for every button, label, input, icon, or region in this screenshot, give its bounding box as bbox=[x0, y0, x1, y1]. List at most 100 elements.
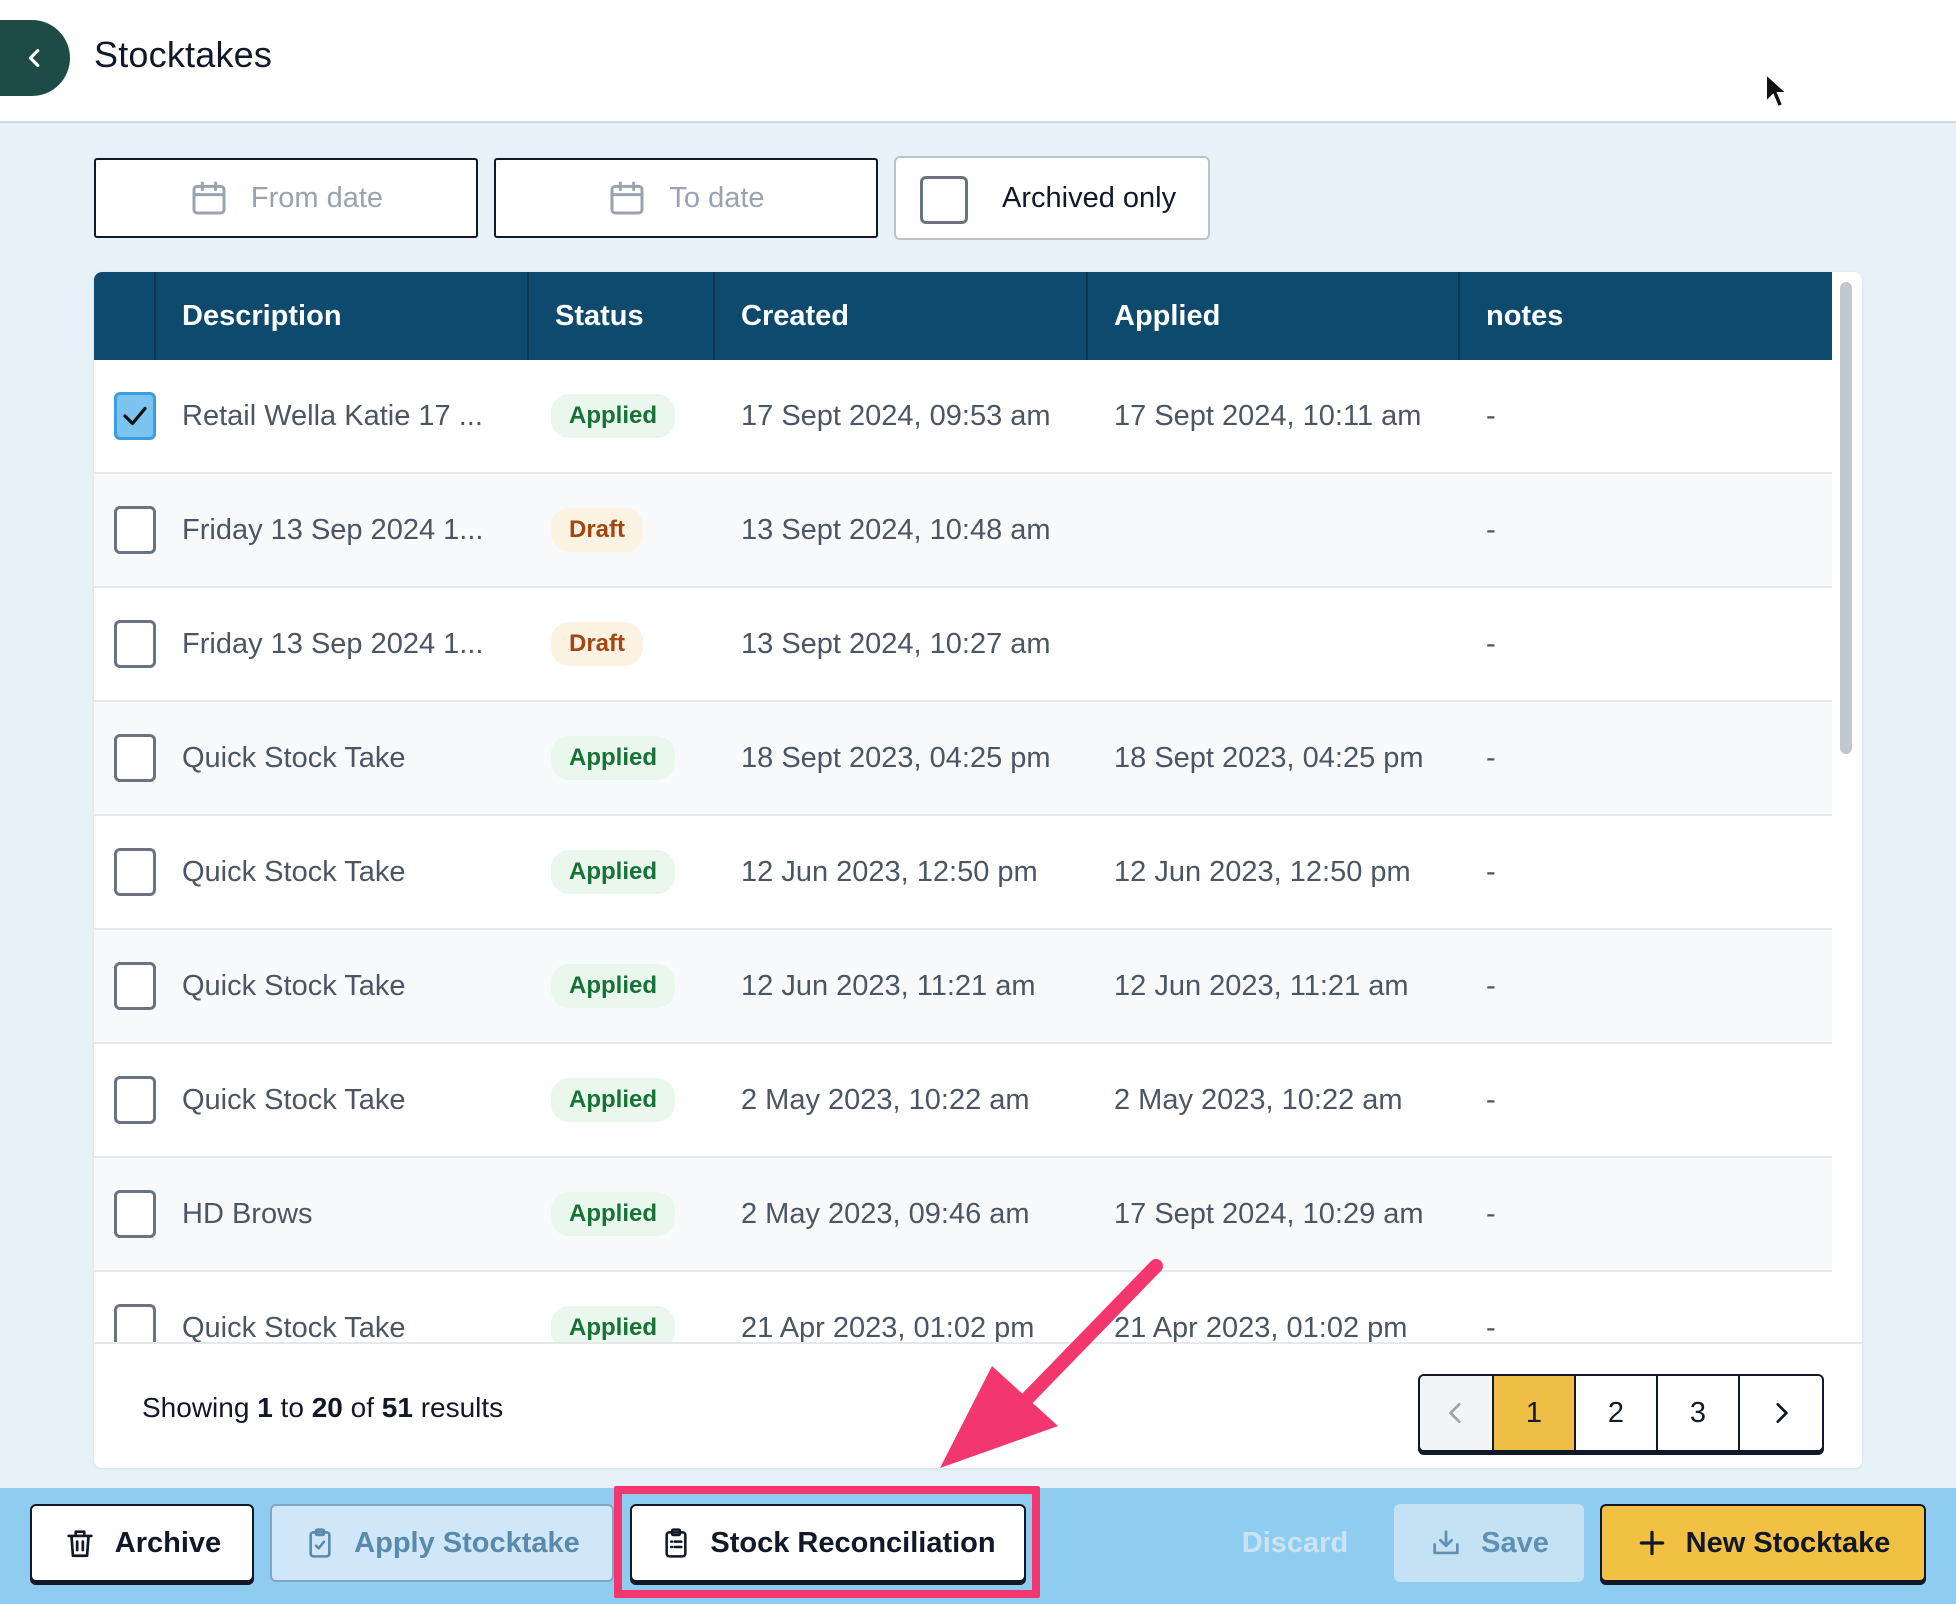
cell-notes: - bbox=[1486, 969, 1496, 1002]
of-word: of bbox=[350, 1392, 374, 1423]
cell-applied: 2 May 2023, 10:22 am bbox=[1114, 1083, 1403, 1116]
chevron-right-icon bbox=[1776, 1402, 1788, 1424]
column-header-notes[interactable]: notes bbox=[1460, 272, 1832, 360]
trash-icon bbox=[67, 1530, 93, 1558]
apply-stocktake-button[interactable]: Apply Stocktake bbox=[270, 1504, 614, 1582]
chevron-left-icon bbox=[1449, 1402, 1461, 1424]
results-to: 20 bbox=[311, 1392, 343, 1423]
table-row[interactable]: HD Brows Applied 2 May 2023, 09:46 am 17… bbox=[94, 1158, 1832, 1272]
table-scrollbar[interactable] bbox=[1840, 282, 1852, 754]
discard-label: Discard bbox=[1241, 1526, 1349, 1559]
archive-button[interactable]: Archive bbox=[30, 1504, 254, 1582]
column-header-description[interactable]: Description bbox=[156, 272, 529, 360]
download-tray-icon bbox=[1433, 1530, 1459, 1555]
row-checkbox[interactable] bbox=[114, 506, 156, 554]
table-row[interactable]: Friday 13 Sep 2024 1... Draft 13 Sept 20… bbox=[94, 474, 1832, 588]
pagination: 1 2 3 bbox=[1418, 1374, 1824, 1452]
table-header: Description Status Created Applied notes bbox=[94, 272, 1832, 360]
status-badge: Draft bbox=[551, 508, 644, 552]
plus-icon bbox=[1639, 1530, 1664, 1556]
showing-prefix: Showing bbox=[142, 1392, 250, 1423]
table-row[interactable]: Friday 13 Sep 2024 1... Draft 13 Sept 20… bbox=[94, 588, 1832, 702]
back-button[interactable] bbox=[0, 20, 70, 96]
cell-notes: - bbox=[1486, 741, 1496, 774]
chevron-left-icon bbox=[28, 49, 40, 67]
cell-created: 2 May 2023, 09:46 am bbox=[741, 1197, 1030, 1230]
page-button-1[interactable]: 1 bbox=[1494, 1376, 1576, 1450]
cell-description: Quick Stock Take bbox=[182, 741, 406, 774]
status-badge: Applied bbox=[551, 736, 675, 780]
results-summary: Showing 1 to 20 of 51 results bbox=[142, 1392, 503, 1424]
status-badge: Applied bbox=[551, 964, 675, 1008]
to-word: to bbox=[280, 1392, 304, 1423]
column-header-applied[interactable]: Applied bbox=[1088, 272, 1460, 360]
header-select-column bbox=[94, 272, 156, 360]
table-body: Retail Wella Katie 17 ... Applied 17 Sep… bbox=[94, 360, 1832, 1360]
status-badge: Applied bbox=[551, 850, 675, 894]
results-from: 1 bbox=[257, 1392, 273, 1423]
clipboard-check-icon bbox=[309, 1528, 331, 1558]
archived-only-toggle[interactable]: Archived only bbox=[894, 156, 1210, 240]
archived-only-checkbox[interactable] bbox=[920, 176, 968, 224]
new-stocktake-label: New Stocktake bbox=[1685, 1526, 1891, 1559]
cell-description: Retail Wella Katie 17 ... bbox=[182, 399, 483, 432]
previous-page-button[interactable] bbox=[1420, 1376, 1494, 1450]
status-badge: Applied bbox=[551, 1078, 675, 1122]
cell-applied: 18 Sept 2023, 04:25 pm bbox=[1114, 741, 1424, 774]
cell-created: 12 Jun 2023, 12:50 pm bbox=[741, 855, 1038, 888]
page-button-2[interactable]: 2 bbox=[1576, 1376, 1658, 1450]
table-row[interactable]: Quick Stock Take Applied 12 Jun 2023, 12… bbox=[94, 816, 1832, 930]
column-header-created[interactable]: Created bbox=[715, 272, 1088, 360]
cell-description: HD Brows bbox=[182, 1197, 313, 1230]
cell-notes: - bbox=[1486, 399, 1496, 432]
cell-notes: - bbox=[1486, 513, 1496, 546]
status-badge: Applied bbox=[551, 1192, 675, 1236]
results-total: 51 bbox=[381, 1392, 413, 1423]
from-date-input[interactable]: From date bbox=[94, 158, 478, 238]
annotation-highlight-box bbox=[614, 1486, 1040, 1598]
status-badge: Applied bbox=[551, 394, 675, 438]
cell-description: Friday 13 Sep 2024 1... bbox=[182, 513, 484, 546]
table-row[interactable]: Quick Stock Take Applied 12 Jun 2023, 11… bbox=[94, 930, 1832, 1044]
top-bar: Stocktakes bbox=[0, 0, 1956, 123]
cell-applied bbox=[1088, 588, 1460, 700]
table-row[interactable]: Quick Stock Take Applied 18 Sept 2023, 0… bbox=[94, 702, 1832, 816]
row-checkbox[interactable] bbox=[114, 1076, 156, 1124]
page-button-3[interactable]: 3 bbox=[1658, 1376, 1740, 1450]
results-word: results bbox=[420, 1392, 504, 1423]
table-row[interactable]: Quick Stock Take Applied 2 May 2023, 10:… bbox=[94, 1044, 1832, 1158]
cell-created: 13 Sept 2024, 10:48 am bbox=[741, 513, 1051, 546]
cell-description: Quick Stock Take bbox=[182, 969, 406, 1002]
row-checkbox[interactable] bbox=[114, 962, 156, 1010]
from-date-placeholder: From date bbox=[250, 181, 384, 214]
mouse-cursor-icon bbox=[1765, 72, 1790, 109]
cell-description: Friday 13 Sep 2024 1... bbox=[182, 627, 484, 660]
archive-label: Archive bbox=[114, 1526, 222, 1559]
cell-notes: - bbox=[1486, 1083, 1496, 1116]
apply-stocktake-label: Apply Stocktake bbox=[354, 1526, 580, 1559]
next-page-button[interactable] bbox=[1740, 1376, 1822, 1450]
row-checkbox[interactable] bbox=[114, 734, 156, 782]
table-row[interactable]: Retail Wella Katie 17 ... Applied 17 Sep… bbox=[94, 360, 1832, 474]
cell-created: 13 Sept 2024, 10:27 am bbox=[741, 627, 1051, 660]
calendar-icon bbox=[192, 181, 226, 215]
cell-applied: 12 Jun 2023, 11:21 am bbox=[1114, 969, 1409, 1002]
new-stocktake-button[interactable]: New Stocktake bbox=[1600, 1504, 1926, 1582]
row-checkbox[interactable] bbox=[114, 392, 156, 440]
save-button[interactable]: Save bbox=[1394, 1504, 1584, 1582]
row-checkbox[interactable] bbox=[114, 620, 156, 668]
discard-button[interactable]: Discard bbox=[1220, 1504, 1370, 1582]
column-header-status[interactable]: Status bbox=[529, 272, 715, 360]
to-date-input[interactable]: To date bbox=[494, 158, 878, 238]
annotation-arrow-icon bbox=[940, 1259, 1163, 1468]
status-badge: Draft bbox=[551, 622, 644, 666]
cell-created: 12 Jun 2023, 11:21 am bbox=[741, 969, 1036, 1002]
page-title: Stocktakes bbox=[94, 34, 273, 75]
cell-created: 17 Sept 2024, 09:53 am bbox=[741, 399, 1051, 432]
row-checkbox[interactable] bbox=[114, 1190, 156, 1238]
archived-only-label: Archived only bbox=[1002, 182, 1177, 214]
cell-description: Quick Stock Take bbox=[182, 1083, 406, 1116]
cell-applied bbox=[1088, 474, 1460, 586]
calendar-icon bbox=[610, 181, 644, 215]
row-checkbox[interactable] bbox=[114, 848, 156, 896]
